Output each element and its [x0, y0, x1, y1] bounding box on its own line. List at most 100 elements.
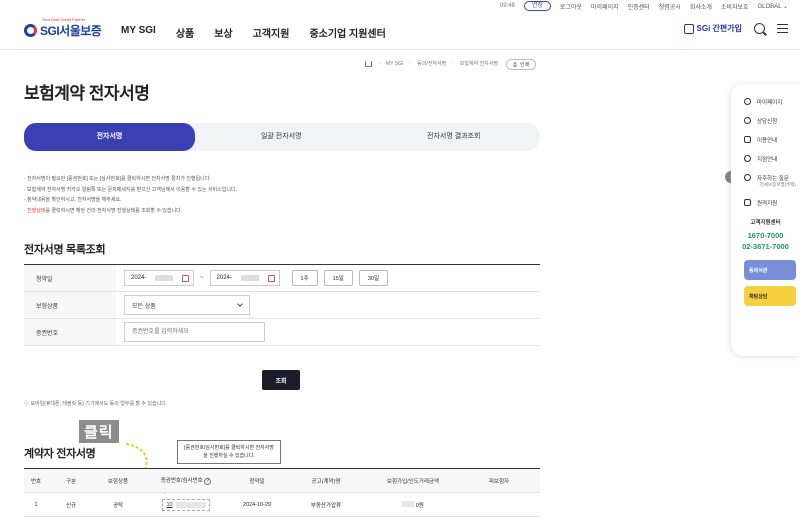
quick-item-remote[interactable]: 원격지원: [731, 199, 800, 207]
quick-item-guide[interactable]: 이용안내: [731, 136, 800, 144]
menu-icon[interactable]: [777, 24, 788, 33]
period-30days-button[interactable]: 30일: [358, 270, 389, 286]
search-form: 청약일 2024- ~ 2024- 1주 15일 30일 보험상품 모든 상품: [24, 264, 540, 346]
row-no: 1: [34, 501, 38, 508]
simple-join-label: SGi 간편가입: [696, 24, 742, 33]
consent-banner[interactable]: 동의서관: [744, 260, 796, 280]
policy-tooltip: [증권번호/심사번호]를 클릭하시면 전자서명을 진행하실 수 있습니다.: [177, 440, 281, 464]
main-header: Your Best Credit Partner SGI서울보증 MY SGI …: [0, 12, 800, 50]
note-text: 를 클릭하시면 해당 건의 전자서명 진행상태를 조회할 수 있습니다.: [45, 207, 183, 214]
tab-esign[interactable]: 전자서명: [24, 123, 195, 151]
breadcrumb: · MY SGI · 동의/전자서명 · 보험계약 전자서명: [365, 60, 498, 67]
note-line: · 청약내용을 확인하시고, 전자서명을 해주세요.: [24, 197, 122, 203]
phone-number[interactable]: 02-3671-7000: [731, 241, 800, 252]
product-label: 보험상품: [24, 292, 116, 318]
mypage-link[interactable]: 마이페이지: [591, 2, 619, 11]
logout-link[interactable]: 로그아웃: [560, 2, 582, 11]
search-icon[interactable]: [754, 23, 765, 34]
mobile-info: ⓘ 모바일(휴대폰, 태블릿 등) 기기에서도 동의 업무를 할 수 있습니다.: [24, 401, 168, 407]
menu-my-sgi[interactable]: MY SGI: [121, 25, 156, 40]
date-to-value: 2024-: [216, 275, 232, 281]
date-to-input[interactable]: 2024-: [209, 270, 280, 286]
simple-join-icon: [683, 23, 694, 34]
col-product: 보험상품: [107, 478, 129, 485]
print-icon: ⎙: [513, 61, 518, 68]
table-header: 번호 구분 보험상품 증권번호/심사번호 ? 청약일 공고(계약)명 보험가입/…: [24, 469, 540, 493]
note-line: · 전자서명이 필요한 [증권번호] 또는 [심사번호]를 클릭하시면 전자서명…: [24, 176, 211, 182]
col-policy: 증권번호/심사번호 ?: [142, 476, 230, 485]
masked-value: [155, 275, 174, 281]
chat-consult-banner[interactable]: 채팅상담: [744, 286, 796, 306]
extend-session-button[interactable]: 연장: [523, 1, 551, 11]
menu-support[interactable]: 고객지원: [253, 25, 290, 40]
logo-tagline: Your Best Credit Partner: [42, 17, 86, 22]
location-pin-icon: [744, 155, 751, 162]
home-icon[interactable]: [365, 60, 373, 67]
sgi-logo[interactable]: Your Best Credit Partner SGI서울보증: [24, 17, 102, 39]
period-1week-button[interactable]: 1주: [291, 270, 318, 286]
quick-item-consult[interactable]: 상담신청: [731, 117, 800, 125]
note-line: · 진행상태를 클릭하시면 해당 건의 전자서명 진행상태를 조회할 수 있습니…: [24, 207, 183, 214]
menu-compensation[interactable]: 보상: [214, 25, 232, 40]
col-name: 공고(계약)명: [311, 478, 341, 485]
menu-sme-center[interactable]: 중소기업 지원센터: [309, 25, 385, 40]
logo-text: SGI서울보증: [40, 24, 102, 38]
headset-icon: [744, 117, 751, 124]
logo-mark-icon: [24, 24, 37, 37]
table-row: 1 신규 공탁 10 2024-10-29 부동산가압류 0원: [24, 493, 540, 517]
global-link[interactable]: GLOBAL ⌄: [758, 3, 788, 10]
product-select[interactable]: 모든 상품: [124, 295, 250, 315]
cert-center-link[interactable]: 인증센터: [628, 2, 650, 11]
product-select-value: 모든 상품: [132, 303, 156, 310]
col-type: 구분: [65, 478, 77, 485]
search-button[interactable]: 조회: [262, 370, 300, 390]
tab-esign-result[interactable]: 전자서명 결과조회: [368, 123, 541, 151]
print-button[interactable]: ⎙ 인쇄: [506, 59, 537, 70]
date-label: 청약일: [24, 265, 116, 291]
customer-center-title: 고객지원센터: [750, 220, 781, 226]
user-icon: [744, 98, 751, 105]
row-date: 2024-10-29: [242, 501, 272, 508]
row-product: 공탁: [112, 502, 124, 509]
breadcrumb-item: 보험계약 전자서명: [459, 61, 498, 67]
session-timer: 09:48: [499, 3, 515, 9]
policy-number-link[interactable]: 10: [162, 498, 210, 511]
monitor-icon: [744, 199, 751, 206]
help-icon[interactable]: ?: [204, 478, 212, 485]
simple-join-button[interactable]: SGi 간편가입: [683, 23, 742, 34]
date-from-value: 2024-: [131, 275, 147, 281]
calendar-icon[interactable]: [267, 274, 275, 282]
status-keyword: 진행상태: [27, 207, 46, 214]
breadcrumb-item[interactable]: MY SGI: [386, 61, 403, 67]
col-date: 청약일: [249, 478, 265, 485]
consumer-link[interactable]: 소비자보호: [721, 2, 749, 11]
book-icon: [744, 136, 751, 143]
date-row: 청약일 2024- ~ 2024- 1주 15일 30일: [24, 265, 540, 292]
policy-number-input[interactable]: [124, 322, 265, 342]
quick-item-faq[interactable]: 자주하는 질문 · 전세보증보험(주택): [731, 174, 800, 188]
integrity-link[interactable]: 청렴공시: [659, 2, 681, 11]
print-label: 인쇄: [520, 62, 530, 68]
tab-batch-esign[interactable]: 일괄 전자서명: [195, 123, 368, 151]
tab-bar: 전자서명 일괄 전자서명 전자서명 결과조회: [24, 123, 540, 151]
row-name: 부동산가압류: [310, 502, 342, 509]
page-title: 보험계약 전자서명: [24, 84, 150, 103]
menu-products[interactable]: 상품: [176, 25, 194, 40]
masked-value: [402, 500, 415, 507]
masked-value: [240, 275, 259, 281]
date-separator: ~: [200, 275, 204, 281]
col-no: 번호: [30, 478, 42, 485]
quick-item-mypage[interactable]: 마이페이지: [731, 98, 800, 106]
date-from-input[interactable]: 2024-: [124, 270, 194, 286]
main-menu: MY SGI 상품 보상 고객지원 중소기업 지원센터: [121, 25, 386, 40]
phone-number[interactable]: 1670-7000: [731, 230, 800, 241]
period-15days-button[interactable]: 15일: [323, 270, 353, 286]
company-link[interactable]: 회사소개: [690, 2, 712, 11]
breadcrumb-item[interactable]: 동의/전자서명: [417, 60, 446, 67]
col-insured: 피보험자: [488, 478, 510, 485]
quick-item-branch[interactable]: 지점안내: [731, 155, 800, 163]
click-label: 클릭: [79, 420, 119, 443]
customer-center: 고객지원센터 1670-7000 02-3671-7000: [731, 218, 800, 252]
contracts-table: 번호 구분 보험상품 증권번호/심사번호 ? 청약일 공고(계약)명 보험가입/…: [24, 468, 540, 517]
calendar-icon[interactable]: [181, 274, 189, 282]
